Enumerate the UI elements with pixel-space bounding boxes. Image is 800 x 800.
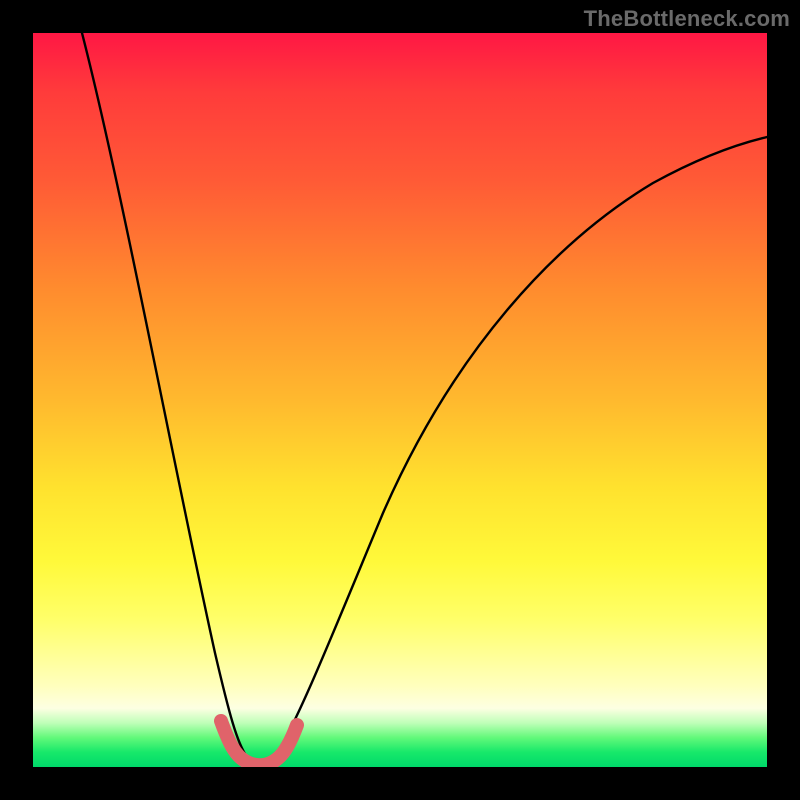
chart-plot-area [33, 33, 767, 767]
highlight-segment [221, 721, 297, 765]
curve-layer [33, 33, 767, 767]
bottleneck-curve [82, 33, 767, 763]
watermark-text: TheBottleneck.com [584, 6, 790, 32]
